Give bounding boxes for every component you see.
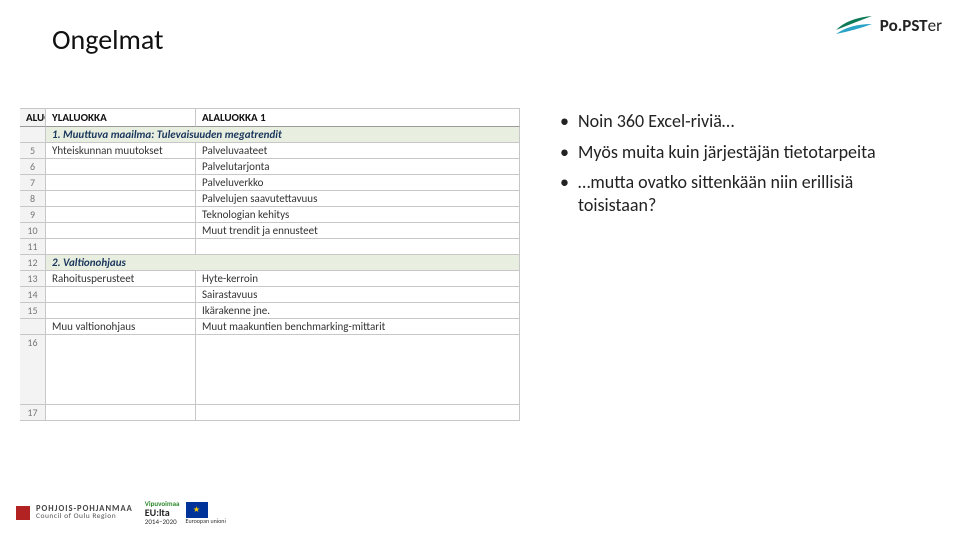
excel-data-row: 7 Palveluverkko [20, 175, 520, 191]
excel-cell: Muu valtionohjaus [46, 319, 196, 335]
pp-logo-subtitle: Council of Oulu Region [36, 513, 133, 521]
excel-data-row: 10 Muut trendit ja ennusteet [20, 223, 520, 239]
bullet-item: Noin 360 Excel-riviä… [560, 110, 920, 133]
excel-cell: 2. Valtionohjaus [46, 255, 520, 271]
excel-row-number: 9 [20, 207, 46, 223]
excel-cell: Teknologian kehitys [196, 207, 520, 223]
pohjois-pohjanmaa-logo: POHJOIS-POHJANMAA Council of Oulu Region [16, 505, 133, 521]
excel-row-number [20, 127, 46, 143]
excel-cell [46, 405, 196, 421]
popster-logo-text: Po.PSTer [880, 15, 942, 36]
excel-data-row: 9 Teknologian kehitys [20, 207, 520, 223]
vipuvoimaa-text: Vipuvoimaa EU:lta 2014–2020 [145, 500, 180, 526]
excel-data-row: 5Yhteiskunnan muutoksetPalveluvaateet [20, 143, 520, 159]
excel-cell: Muut trendit ja ennusteet [196, 223, 520, 239]
excel-cell: Ikärakenne jne. [196, 303, 520, 319]
excel-row-number: 13 [20, 271, 46, 287]
footer-logos: POHJOIS-POHJANMAA Council of Oulu Region… [16, 500, 226, 526]
excel-row-number: 8 [20, 191, 46, 207]
excel-cell: Yhteiskunnan muutokset [46, 143, 196, 159]
excel-section-row: 122. Valtionohjaus [20, 255, 520, 271]
excel-data-row: 14 Sairastavuus [20, 287, 520, 303]
excel-cell [196, 335, 520, 405]
excel-cell: Palvelujen saavutettavuus [196, 191, 520, 207]
excel-row-number: 16 [20, 335, 46, 405]
excel-row-number: 11 [20, 239, 46, 255]
excel-header-cell: ALUOKKA [20, 109, 46, 127]
excel-data-row: 6 Palvelutarjonta [20, 159, 520, 175]
excel-data-row: 11 [20, 239, 520, 255]
excel-data-row: 8 Palvelujen saavutettavuus [20, 191, 520, 207]
page-title: Ongelmat [52, 22, 163, 57]
excel-header-cell: ALALUOKKA 1 [196, 109, 520, 127]
excel-cell [46, 223, 196, 239]
excel-cell: Palveluverkko [196, 175, 520, 191]
excel-section-row: 1. Muuttuva maailma: Tulevaisuuden megat… [20, 127, 520, 143]
excel-data-row: Muu valtionohjausMuut maakuntien benchma… [20, 319, 520, 335]
excel-row-number: 12 [20, 255, 46, 271]
bullet-list: Noin 360 Excel-riviä… Myös muita kuin jä… [560, 110, 920, 224]
excel-cell: 1. Muuttuva maailma: Tulevaisuuden megat… [46, 127, 520, 143]
bullet-item: …mutta ovatko sittenkään niin erillisiä … [560, 171, 920, 216]
popster-logo: Po.PSTer [834, 12, 942, 38]
excel-cell [46, 335, 196, 405]
excel-cell [46, 191, 196, 207]
excel-cell [46, 207, 196, 223]
excel-header-cell: YLALUOKKA [46, 109, 196, 127]
excel-data-row: 16 [20, 335, 520, 405]
eu-flag-caption: Euroopan unioni [186, 518, 226, 524]
pp-square-icon [16, 506, 30, 520]
eu-flag-icon [186, 502, 208, 518]
excel-row-number: 15 [20, 303, 46, 319]
excel-row-number: 5 [20, 143, 46, 159]
excel-cell [196, 239, 520, 255]
excel-cell: Palvelutarjonta [196, 159, 520, 175]
excel-screenshot: ALUOKKA YLALUOKKA ALALUOKKA 1 1. Muuttuv… [20, 108, 520, 421]
excel-cell [46, 287, 196, 303]
excel-cell: Muut maakuntien benchmarking-mittarit [196, 319, 520, 335]
excel-row-number: 17 [20, 405, 46, 421]
excel-row-number: 7 [20, 175, 46, 191]
excel-row-number: 6 [20, 159, 46, 175]
excel-cell: Rahoitusperusteet [46, 271, 196, 287]
excel-data-row: 13RahoitusperusteetHyte-kerroin [20, 271, 520, 287]
excel-cell [46, 303, 196, 319]
eu-funding-block: Vipuvoimaa EU:lta 2014–2020 Euroopan uni… [145, 500, 226, 526]
excel-header-row: ALUOKKA YLALUOKKA ALALUOKKA 1 [20, 109, 520, 127]
excel-cell: Hyte-kerroin [196, 271, 520, 287]
excel-cell [46, 159, 196, 175]
excel-cell [46, 239, 196, 255]
excel-cell: Sairastavuus [196, 287, 520, 303]
excel-data-row: 17 [20, 405, 520, 421]
excel-data-row: 15 Ikärakenne jne. [20, 303, 520, 319]
excel-cell: Palveluvaateet [196, 143, 520, 159]
excel-row-number: 14 [20, 287, 46, 303]
excel-cell [196, 405, 520, 421]
excel-cell [46, 175, 196, 191]
excel-row-number: 10 [20, 223, 46, 239]
excel-row-number [20, 319, 46, 335]
bullet-item: Myös muita kuin järjestäjän tietotarpeit… [560, 141, 920, 164]
popster-swish-icon [834, 12, 874, 38]
